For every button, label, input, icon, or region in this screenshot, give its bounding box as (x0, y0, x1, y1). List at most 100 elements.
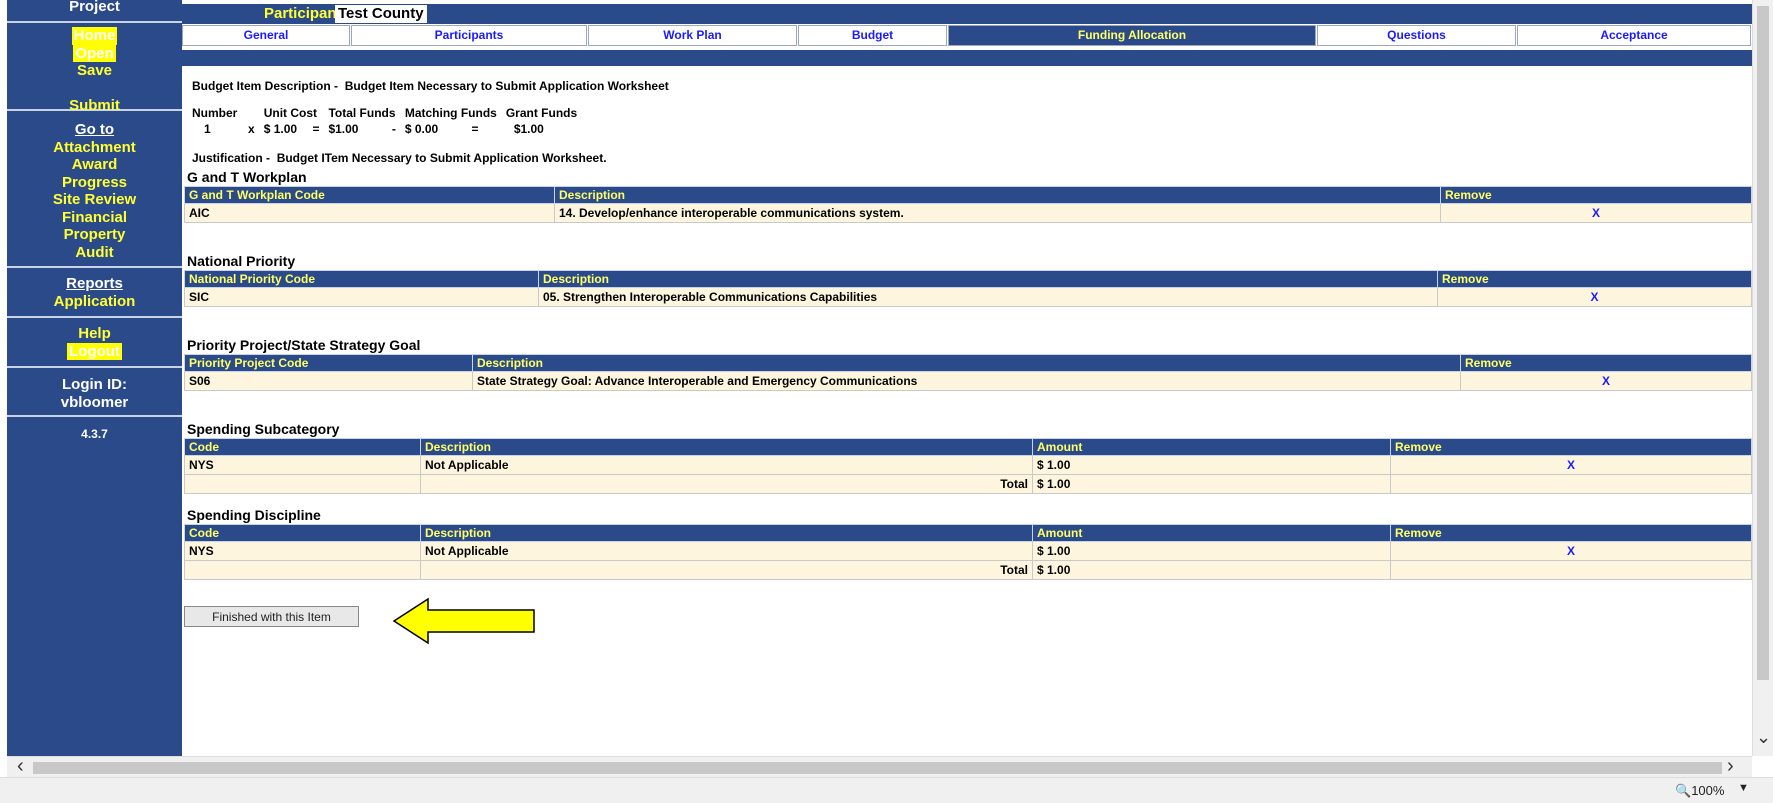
spending-subcategory-section-title: Spending Subcategory (187, 421, 340, 437)
zoom-level[interactable]: 🔍100% (1675, 783, 1724, 799)
sidebar-reports-heading[interactable]: Reports (7, 275, 182, 293)
discipline-code: NYS (184, 541, 421, 561)
yellow-arrow-annotation-icon (392, 597, 535, 645)
calc-op-multiply: x (248, 122, 255, 136)
tab-acceptance[interactable]: Acceptance (1517, 25, 1751, 46)
tab-funding-allocation[interactable]: Funding Allocation (948, 25, 1316, 46)
sidebar-goto-section: Go to Attachment Award Progress Site Rev… (7, 111, 182, 268)
national-priority-remove-link[interactable]: X (1437, 287, 1752, 307)
priority-project-remove-link[interactable]: X (1460, 371, 1752, 391)
scroll-right-icon[interactable]: › (1727, 755, 1734, 778)
calc-total-funds: $1.00 (328, 122, 359, 136)
workplan-remove-link[interactable]: X (1440, 203, 1752, 223)
priority-project-description: State Strategy Goal: Advance Interoperab… (472, 371, 1461, 391)
sidebar-help-section: Help Logout (7, 318, 182, 368)
budget-item-description: Budget Item Description - Budget Item Ne… (192, 79, 669, 93)
spending-discipline-table: Code Description Amount Remove NYS Not A… (184, 524, 1752, 580)
tab-questions[interactable]: Questions (1317, 25, 1516, 46)
zoom-magnifier-icon: 🔍 (1675, 783, 1692, 798)
scroll-left-icon[interactable]: ‹ (17, 755, 24, 778)
sidebar-link-attachment[interactable]: Attachment (7, 139, 182, 157)
calc-number: 1 (204, 122, 211, 136)
subcategory-code: NYS (184, 455, 421, 475)
sidebar-link-award[interactable]: Award (7, 156, 182, 174)
discipline-remove-link[interactable]: X (1390, 541, 1752, 561)
justification-label: Justification - (192, 151, 271, 165)
budget-calculation: Number Unit Cost Total Funds Matching Fu… (192, 106, 586, 138)
calc-op-equals-1: = (312, 122, 320, 136)
sidebar-link-progress[interactable]: Progress (7, 174, 182, 192)
tab-work-plan[interactable]: Work Plan (588, 25, 797, 46)
browser-status-bar: 🔍100% ▼ (0, 777, 1773, 803)
tab-general[interactable]: General (182, 25, 350, 46)
national-priority-table: National Priority Code Description Remov… (184, 270, 1752, 307)
subcategory-header-code: Code (184, 438, 421, 456)
zoom-dropdown-icon[interactable]: ▼ (1738, 782, 1749, 794)
discipline-total-label: Total (420, 560, 1033, 580)
tab-participants[interactable]: Participants (351, 25, 587, 46)
sidebar-project-label: Project (7, 0, 182, 23)
table-total-row: Total $ 1.00 (184, 560, 1752, 580)
vertical-scrollbar[interactable]: ⌄ (1752, 0, 1773, 756)
budget-justification: Justification - Budget ITem Necessary to… (192, 151, 607, 165)
sidebar-link-property[interactable]: Property (7, 226, 182, 244)
workplan-header-description: Description (554, 186, 1441, 204)
subcategory-remove-link[interactable]: X (1390, 455, 1752, 475)
vertical-scrollbar-thumb[interactable] (1757, 6, 1769, 680)
subcategory-header-remove: Remove (1390, 438, 1752, 456)
table-row: S06 State Strategy Goal: Advance Interop… (184, 371, 1752, 391)
priority-project-code: S06 (184, 371, 473, 391)
sidebar-link-save[interactable]: Save (7, 62, 182, 80)
workplan-header-remove: Remove (1440, 186, 1752, 204)
horizontal-scrollbar[interactable]: ‹ › (7, 755, 1752, 778)
discipline-amount: $ 1.00 (1032, 541, 1391, 561)
sidebar-link-audit[interactable]: Audit (7, 244, 182, 262)
national-priority-header-description: Description (538, 270, 1438, 288)
national-priority-header-remove: Remove (1437, 270, 1752, 288)
sidebar-login-section: Login ID: vbloomer (7, 368, 182, 417)
table-row: NYS Not Applicable $ 1.00 X (184, 455, 1752, 475)
priority-project-header-description: Description (472, 354, 1461, 372)
sidebar-link-logout[interactable]: Logout (67, 342, 122, 360)
finished-with-item-button[interactable]: Finished with this Item (184, 606, 359, 627)
sub-tab-bar (170, 50, 1752, 66)
calc-header-total-funds: Total Funds (328, 106, 396, 120)
horizontal-scrollbar-thumb[interactable] (33, 762, 1722, 774)
priority-project-table: Priority Project Code Description Remove… (184, 354, 1752, 391)
scroll-down-icon[interactable]: ⌄ (1756, 727, 1771, 748)
tab-budget[interactable]: Budget (798, 25, 947, 46)
table-total-row: Total $ 1.00 (184, 474, 1752, 494)
discipline-total-value: $ 1.00 (1032, 560, 1391, 580)
workplan-description: 14. Develop/enhance interoperable commun… (554, 203, 1441, 223)
app-version: 4.3.7 (81, 427, 108, 441)
workplan-section-title: G and T Workplan (187, 169, 307, 185)
table-row: NYS Not Applicable $ 1.00 X (184, 541, 1752, 561)
login-id-label: Login ID: (62, 376, 127, 393)
sidebar-link-site-review[interactable]: Site Review (7, 191, 182, 209)
participant-value: Test County (335, 5, 427, 23)
sidebar-link-home[interactable]: Home (71, 27, 118, 45)
spending-discipline-section-title: Spending Discipline (187, 507, 321, 523)
discipline-header-code: Code (184, 524, 421, 542)
subcategory-header-description: Description (420, 438, 1033, 456)
subcategory-total-empty (184, 474, 421, 494)
sidebar-spacer (7, 80, 182, 97)
left-sidebar: Project Home Open Save Submit Go to Atta… (7, 0, 182, 756)
zoom-level-value: 100% (1691, 783, 1725, 798)
sidebar-link-open[interactable]: Open (73, 44, 116, 62)
national-priority-section-title: National Priority (187, 253, 296, 269)
calc-header-number: Number (192, 106, 238, 120)
workplan-header-code: G and T Workplan Code (184, 186, 555, 204)
login-id-value: vbloomer (60, 393, 129, 411)
priority-project-header-code: Priority Project Code (184, 354, 473, 372)
sidebar-link-help[interactable]: Help (7, 325, 182, 343)
justification-value: Budget ITem Necessary to Submit Applicat… (276, 151, 607, 165)
table-row: AIC 14. Develop/enhance interoperable co… (184, 203, 1752, 223)
subcategory-total-label: Total (420, 474, 1033, 494)
sidebar-link-financial[interactable]: Financial (7, 209, 182, 227)
subcategory-amount: $ 1.00 (1032, 455, 1391, 475)
national-priority-header-code: National Priority Code (184, 270, 539, 288)
calc-matching-funds: $ 0.00 (404, 122, 439, 136)
sidebar-link-application[interactable]: Application (7, 293, 182, 311)
discipline-header-remove: Remove (1390, 524, 1752, 542)
